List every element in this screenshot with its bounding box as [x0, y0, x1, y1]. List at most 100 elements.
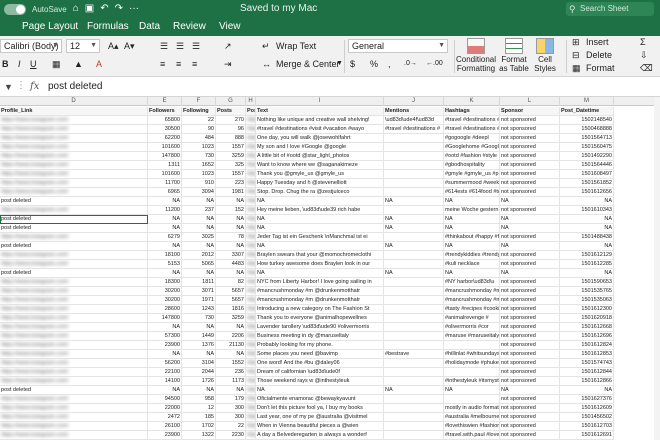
table-cell[interactable]: NA	[560, 197, 614, 206]
align-top-icon[interactable]: ☰	[160, 40, 168, 52]
table-cell[interactable]: 1311	[148, 161, 182, 170]
table-cell[interactable]: post deleted	[0, 386, 148, 395]
table-cell[interactable]: 3259	[216, 152, 246, 161]
table-cell[interactable]	[444, 395, 500, 404]
table-cell[interactable]: NA	[148, 215, 182, 224]
table-cell[interactable]: not sponsored	[500, 287, 560, 296]
table-cell[interactable]: https://www.instagram.com/	[246, 152, 256, 161]
table-cell[interactable]	[384, 368, 444, 377]
table-cell[interactable]: 888	[216, 134, 246, 143]
table-cell[interactable]: 484	[182, 134, 216, 143]
table-cell[interactable]: https://www.instagram.com/	[246, 161, 256, 170]
table-cell[interactable]: post deleted	[0, 224, 148, 233]
table-cell[interactable]: https://www.instagram.com/	[246, 287, 256, 296]
table-cell[interactable]: One day, you will walk @josewohlfahrt	[256, 134, 384, 143]
table-cell[interactable]: 1376	[182, 341, 216, 350]
table-cell[interactable]: 1501612844	[560, 368, 614, 377]
header-cell[interactable]: Following	[182, 107, 216, 116]
table-cell[interactable]: NA	[216, 242, 246, 251]
table-cell[interactable]: NA	[216, 350, 246, 359]
table-cell[interactable]: 730	[182, 152, 216, 161]
table-cell[interactable]: 1557	[216, 170, 246, 179]
table-cell[interactable]: 1501612866	[560, 377, 614, 386]
table-cell[interactable]	[384, 188, 444, 197]
column-header[interactable]: I	[256, 97, 384, 106]
table-cell[interactable]: https://www.instagram.com/	[246, 269, 256, 278]
table-cell[interactable]: not sponsored	[500, 413, 560, 422]
table-cell[interactable]	[384, 305, 444, 314]
table-cell[interactable]: NA	[560, 224, 614, 233]
table-cell[interactable]: NA	[182, 197, 216, 206]
table-cell[interactable]: NA	[148, 269, 182, 278]
table-cell[interactable]: 6965	[148, 188, 182, 197]
column-header[interactable]: G	[216, 97, 246, 106]
table-cell[interactable]: NA	[148, 350, 182, 359]
table-cell[interactable]: https://www.instagram.com/	[246, 125, 256, 134]
table-cell[interactable]: meine Woche gestern au	[444, 206, 500, 215]
table-cell[interactable]: https://www.instagram.com/	[246, 197, 256, 206]
table-cell[interactable]: https://www.instagram.com/	[246, 332, 256, 341]
table-cell[interactable]: 65800	[148, 116, 182, 125]
table-cell[interactable]: NA	[216, 269, 246, 278]
table-cell[interactable]: #thinkabout #happy #fr	[444, 233, 500, 242]
font-name-select[interactable]: Calibri (Body) ▼	[0, 39, 62, 53]
table-cell[interactable]	[384, 296, 444, 305]
table-cell[interactable]: A day a Belvederegarten is always a wond…	[256, 431, 384, 440]
table-cell[interactable]	[384, 323, 444, 332]
table-cell[interactable]: 3025	[182, 233, 216, 242]
table-cell[interactable]: 1501564713	[560, 134, 614, 143]
table-cell[interactable]: 1501612285	[560, 260, 614, 269]
header-cell[interactable]: Followers	[148, 107, 182, 116]
table-cell[interactable]: #614ests #614food #tcl	[444, 188, 500, 197]
table-cell[interactable]: 730	[182, 314, 216, 323]
table-cell[interactable]: #holidaymode #phuket	[444, 359, 500, 368]
table-cell[interactable]	[384, 413, 444, 422]
table-cell[interactable]: NA	[216, 386, 246, 395]
table-cell[interactable]: #kuli necklace	[444, 260, 500, 269]
table-cell[interactable]: 1557	[216, 143, 246, 152]
table-cell[interactable]: NA	[256, 224, 384, 233]
table-cell[interactable]: Dream of californian \ud83d\ude0f	[256, 368, 384, 377]
table-cell[interactable]	[384, 179, 444, 188]
table-cell[interactable]: 325	[216, 161, 246, 170]
table-cell[interactable]: https://www.instagram.com/	[0, 179, 148, 188]
table-cell[interactable]: 22	[216, 422, 246, 431]
table-cell[interactable]: NA	[256, 269, 384, 278]
table-cell[interactable]: Stop. Drop. Chug the ra @zestjuiceco	[256, 188, 384, 197]
table-cell[interactable]: 56200	[148, 359, 182, 368]
table-cell[interactable]: 1501612691	[560, 431, 614, 440]
table-cell[interactable]: NA	[444, 215, 500, 224]
table-cell[interactable]: NA	[560, 215, 614, 224]
table-cell[interactable]: https://www.instagram.com/	[246, 305, 256, 314]
table-cell[interactable]: 3094	[182, 188, 216, 197]
table-cell[interactable]: NA	[216, 224, 246, 233]
font-size-select[interactable]: 12 ▼	[66, 39, 100, 53]
conditional-formatting-button[interactable]: Conditional Formatting	[456, 38, 496, 73]
table-cell[interactable]	[384, 287, 444, 296]
table-cell[interactable]: 1552	[216, 359, 246, 368]
table-cell[interactable]	[384, 206, 444, 215]
table-cell[interactable]: https://www.instagram.com/	[0, 422, 148, 431]
table-cell[interactable]: https://www.instagram.com/	[0, 431, 148, 440]
header-cell[interactable]: Profile_Link	[0, 107, 148, 116]
table-cell[interactable]: Jeder Tag ist ein Geschenk \nManchmal is…	[256, 233, 384, 242]
table-cell[interactable]: NA	[444, 269, 500, 278]
table-cell[interactable]: Want to know where we @saganakimeze	[256, 161, 384, 170]
table-cell[interactable]: Oficialmente enamorac @bewaykyavunt	[256, 395, 384, 404]
table-cell[interactable]: 30200	[148, 287, 182, 296]
table-cell[interactable]: 2230	[216, 431, 246, 440]
table-cell[interactable]: #bestrave	[384, 350, 444, 359]
table-cell[interactable]: #hillinlat #whitsundaysl	[444, 350, 500, 359]
table-cell[interactable]: 236	[216, 368, 246, 377]
table-cell[interactable]: NA	[148, 323, 182, 332]
table-cell[interactable]: 1501620918	[560, 314, 614, 323]
table-cell[interactable]: https://www.instagram.com/	[0, 260, 148, 269]
table-cell[interactable]	[384, 422, 444, 431]
table-cell[interactable]: NA	[256, 197, 384, 206]
table-cell[interactable]: 1726	[182, 377, 216, 386]
table-cell[interactable]: 3307	[216, 251, 246, 260]
fill-color-icon[interactable]: ▲	[74, 58, 83, 70]
table-cell[interactable]: https://www.instagram.com/	[0, 116, 148, 125]
table-cell[interactable]: 101600	[148, 170, 182, 179]
table-cell[interactable]: not sponsored	[500, 296, 560, 305]
